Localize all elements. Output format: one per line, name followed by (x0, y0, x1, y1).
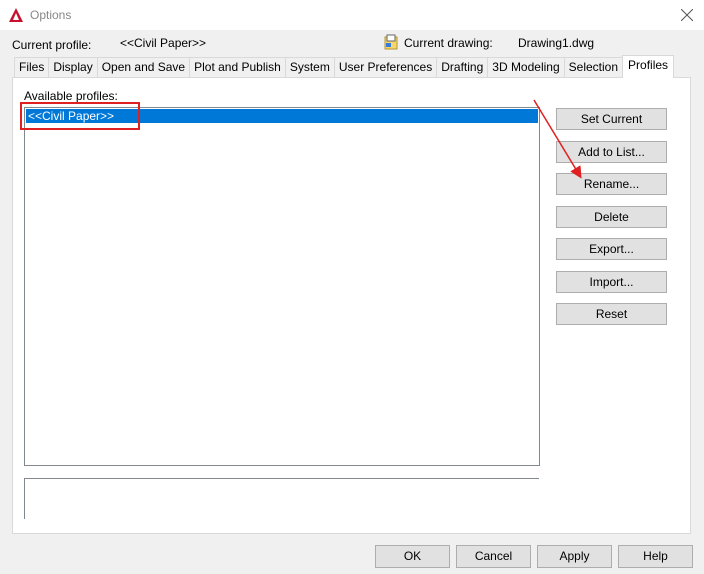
drawing-file-icon (384, 34, 398, 50)
add-to-list-button[interactable]: Add to List... (556, 141, 667, 163)
current-profile-label: Current profile: (12, 38, 92, 52)
tab-user-preferences[interactable]: User Preferences (333, 57, 438, 77)
delete-button[interactable]: Delete (556, 206, 667, 228)
current-drawing-label: Current drawing: (404, 36, 493, 50)
cancel-button[interactable]: Cancel (456, 545, 531, 568)
rename-button[interactable]: Rename... (556, 173, 667, 195)
close-button[interactable] (670, 0, 704, 30)
available-profiles-label: Available profiles: (24, 89, 118, 103)
tab-files[interactable]: Files (14, 57, 50, 77)
tab-plot-and-publish[interactable]: Plot and Publish (189, 57, 286, 77)
tab-3d-modeling[interactable]: 3D Modeling (487, 57, 565, 77)
window-title: Options (30, 8, 72, 22)
autocad-app-icon (9, 8, 23, 22)
tab-display[interactable]: Display (48, 57, 98, 77)
ok-button[interactable]: OK (375, 545, 450, 568)
tab-open-and-save[interactable]: Open and Save (96, 57, 191, 77)
current-drawing-value: Drawing1.dwg (518, 36, 595, 50)
set-current-button[interactable]: Set Current (556, 108, 667, 130)
tab-selection[interactable]: Selection (563, 57, 624, 77)
tab-profiles[interactable]: Profiles (622, 55, 675, 78)
tab-system[interactable]: System (284, 57, 335, 77)
list-item[interactable]: <<Civil Paper>> (26, 109, 538, 123)
reset-button[interactable]: Reset (556, 303, 667, 325)
export-button[interactable]: Export... (556, 238, 667, 260)
current-profile-value: <<Civil Paper>> (120, 36, 207, 50)
title-bar: Options (0, 0, 704, 30)
apply-button[interactable]: Apply (537, 545, 612, 568)
profile-description-box (24, 478, 539, 519)
tab-strip: Files Display Open and Save Plot and Pub… (14, 55, 675, 78)
profiles-listbox[interactable]: <<Civil Paper>> (24, 107, 540, 466)
help-button[interactable]: Help (618, 545, 693, 568)
close-icon (681, 9, 693, 21)
tab-drafting[interactable]: Drafting (436, 57, 489, 77)
import-button[interactable]: Import... (556, 271, 667, 293)
